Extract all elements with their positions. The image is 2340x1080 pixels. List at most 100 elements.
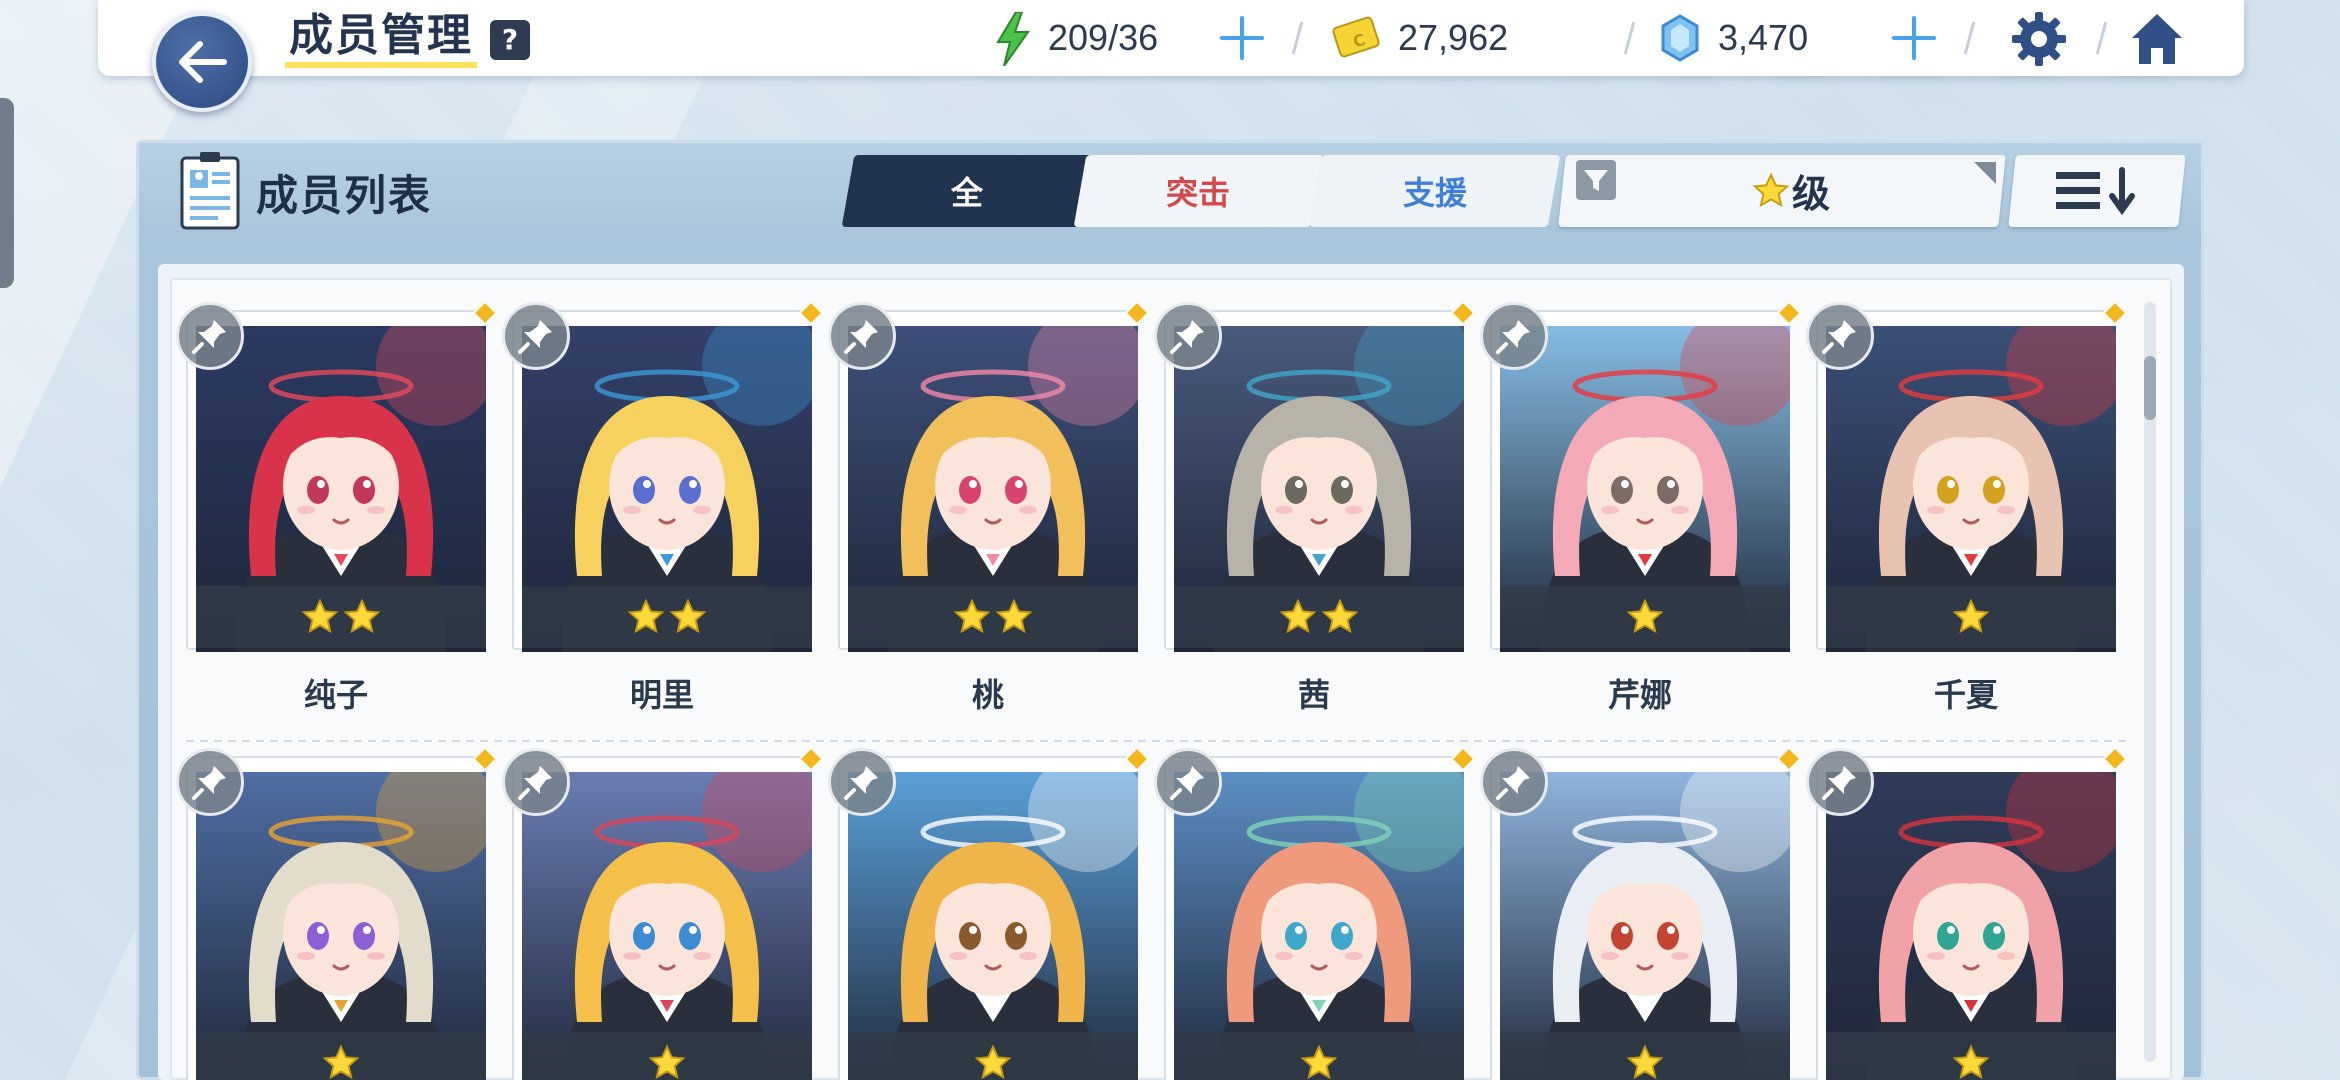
tab-all[interactable]: 全	[841, 155, 1093, 227]
character-name: 千夏	[1933, 676, 1998, 714]
pin-icon	[518, 766, 552, 800]
add-stamina-button[interactable]	[1218, 14, 1266, 62]
star-rating	[522, 1032, 812, 1080]
stamina-value-wrap: 209/36	[1048, 0, 1158, 76]
star-icon	[343, 598, 381, 634]
pin-button[interactable]	[502, 748, 570, 816]
pin-icon	[1170, 320, 1204, 354]
star-icon	[627, 598, 665, 634]
pin-button[interactable]	[1480, 748, 1548, 816]
help-icon[interactable]: ?	[490, 20, 530, 60]
stamina-bolt-icon	[996, 12, 1030, 66]
star-rating	[196, 586, 486, 648]
character-card[interactable]	[828, 300, 1150, 652]
star-icon	[1952, 1044, 1990, 1080]
dropdown-corner-icon	[1974, 162, 1996, 184]
character-card[interactable]	[1154, 746, 1476, 1080]
star-rating	[1500, 1032, 1790, 1080]
character-name: 明里	[629, 676, 694, 714]
pin-icon	[1170, 766, 1204, 800]
character-card[interactable]	[1480, 300, 1802, 652]
pin-button[interactable]	[1480, 302, 1548, 370]
tab-assault-label: 突击	[1165, 174, 1230, 212]
character-name: 茜	[1297, 676, 1330, 714]
tab-support-label: 支援	[1402, 174, 1467, 212]
gems-value: 3,470	[1718, 17, 1809, 58]
pin-button[interactable]	[1154, 748, 1222, 816]
back-button[interactable]	[152, 12, 252, 112]
character-card[interactable]	[502, 746, 824, 1080]
pin-icon	[1822, 320, 1856, 354]
filter-value: 级	[1792, 172, 1831, 216]
pin-button[interactable]	[1806, 748, 1874, 816]
character-card[interactable]	[176, 746, 498, 1080]
star-icon	[1300, 1044, 1338, 1080]
credit-card-icon: C	[1332, 16, 1380, 58]
star-icon	[995, 598, 1033, 634]
star-icon	[301, 598, 339, 634]
tab-all-label: 全	[950, 174, 983, 212]
star-icon	[1626, 598, 1664, 634]
pin-button[interactable]	[176, 748, 244, 816]
character-card[interactable]	[502, 300, 824, 652]
roster-card-icon	[180, 152, 240, 230]
pin-icon	[518, 320, 552, 354]
credits-wrap: 27,962	[1398, 0, 1508, 76]
tab-assault[interactable]: 突击	[1073, 155, 1325, 227]
filter-label: 级	[1752, 163, 1830, 218]
star-rating	[1174, 586, 1464, 648]
pin-icon	[1496, 320, 1530, 354]
character-card[interactable]	[828, 746, 1150, 1080]
gems-wrap: 3,470	[1718, 0, 1808, 76]
panel-title: 成员列表	[256, 171, 433, 220]
tab-support[interactable]: 支援	[1309, 155, 1561, 227]
sort-order-button[interactable]	[2008, 155, 2186, 227]
settings-gear-icon[interactable]	[2010, 10, 2068, 68]
star-rating	[522, 586, 812, 648]
page-title: 成员管理	[285, 8, 477, 68]
star-icon	[1279, 598, 1317, 634]
star-icon	[1321, 598, 1359, 634]
home-icon[interactable]	[2128, 10, 2186, 68]
credits-value: 27,962	[1398, 17, 1509, 58]
gem-icon	[1661, 14, 1699, 62]
pin-icon	[1822, 766, 1856, 800]
character-card[interactable]	[1480, 746, 1802, 1080]
pin-button[interactable]	[828, 748, 896, 816]
character-name: 纯子	[303, 676, 368, 714]
star-icon	[953, 598, 991, 634]
star-rating	[1174, 1032, 1464, 1080]
pin-icon	[844, 766, 878, 800]
character-card[interactable]	[1806, 300, 2128, 652]
pin-button[interactable]	[828, 302, 896, 370]
character-card[interactable]	[176, 300, 498, 652]
star-rating	[196, 1032, 486, 1080]
star-rating	[848, 1032, 1138, 1080]
add-gems-button[interactable]	[1890, 14, 1938, 62]
character-card[interactable]	[1154, 300, 1476, 652]
character-name: 芹娜	[1607, 676, 1672, 714]
row-divider	[186, 740, 2126, 742]
pin-icon	[844, 320, 878, 354]
side-drawer-tab[interactable]	[0, 98, 14, 288]
star-rating	[1826, 586, 2116, 648]
star-icon	[1752, 172, 1790, 207]
character-name: 桃	[971, 676, 1004, 714]
pin-button[interactable]	[502, 302, 570, 370]
filter-funnel-icon[interactable]	[1576, 160, 1616, 200]
star-icon	[648, 1044, 686, 1080]
star-icon	[974, 1044, 1012, 1080]
star-icon	[322, 1044, 360, 1080]
star-icon	[669, 598, 707, 634]
pin-button[interactable]	[176, 302, 244, 370]
pin-button[interactable]	[1806, 302, 1874, 370]
pin-icon	[192, 766, 226, 800]
back-arrow-icon	[179, 41, 227, 83]
star-rating	[1500, 586, 1790, 648]
pin-icon	[192, 320, 226, 354]
sort-descending-icon	[2056, 167, 2135, 216]
scrollbar-thumb[interactable]	[2144, 356, 2156, 420]
character-card[interactable]	[1806, 746, 2128, 1080]
star-rating	[848, 586, 1138, 648]
pin-button[interactable]	[1154, 302, 1222, 370]
